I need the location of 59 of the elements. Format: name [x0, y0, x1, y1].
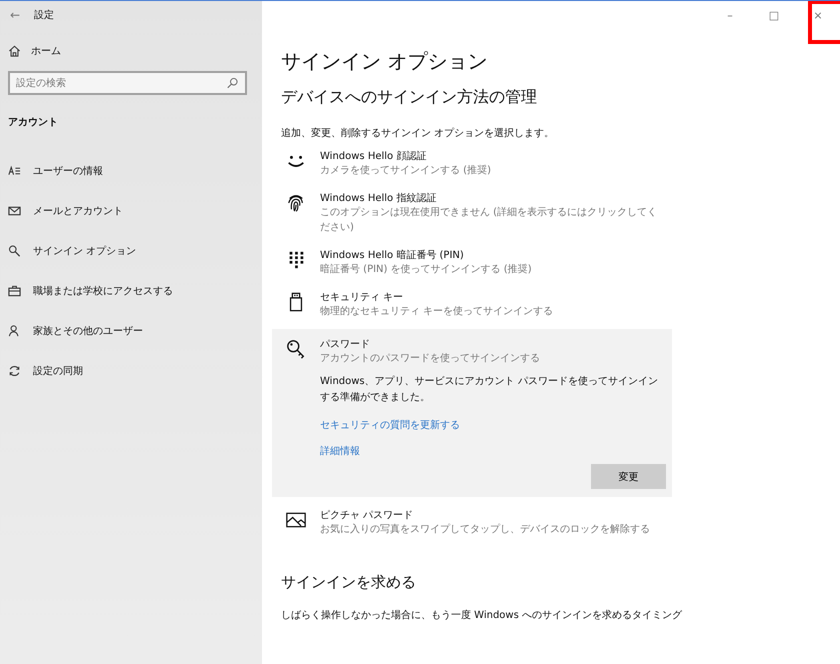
- key-icon: [286, 339, 306, 359]
- close-button[interactable]: ×: [796, 1, 840, 31]
- option-detail: このオプションは現在使用できません (詳細を表示するにはクリックしてください): [320, 206, 658, 235]
- option-message: Windows、アプリ、サービスにアカウント パスワードを使ってサインインする準備ができました。: [320, 374, 659, 405]
- home-icon: [8, 45, 21, 57]
- minimize-button[interactable]: –: [708, 1, 752, 31]
- option-name: ピクチャ パスワード: [320, 509, 414, 522]
- sign-in-option[interactable]: セキュリティ キー 物理的なセキュリティ キーを使ってサインインする: [272, 285, 672, 327]
- sidebar-item-label: 設定の同期: [33, 364, 83, 378]
- option-name: セキュリティ キー: [320, 291, 404, 304]
- option-detail: 物理的なセキュリティ キーを使ってサインインする: [320, 305, 554, 319]
- option-name: Windows Hello 暗証番号 (PIN): [320, 248, 465, 262]
- section-text: しばらく操作しなかった場合に、もう一度 Windows へのサインインを求めるタイミング: [281, 608, 683, 622]
- sign-in-option[interactable]: Windows Hello 顔認証 カメラを使ってサインインする (推奨): [272, 144, 672, 186]
- option-name: パスワード: [320, 338, 371, 351]
- user-info-icon: [8, 165, 21, 177]
- sync-icon: [8, 365, 21, 377]
- option-name: Windows Hello 指紋認証: [320, 192, 438, 205]
- sign-in-option[interactable]: Windows Hello 暗証番号 (PIN) 暗証番号 (PIN) を使ってサインインする (推奨): [272, 243, 672, 285]
- option-detail: 暗証番号 (PIN) を使ってサインインする (推奨): [320, 262, 533, 277]
- section-heading: アカウント: [7, 116, 59, 129]
- search-icon: [226, 77, 239, 89]
- person-icon: [8, 325, 21, 337]
- sidebar-item[interactable]: 家族とその他のユーザー: [8, 322, 254, 340]
- search-field[interactable]: 設定の検索: [8, 71, 247, 95]
- link[interactable]: セキュリティの質問を更新する: [320, 418, 460, 432]
- briefcase-icon: [8, 285, 21, 297]
- window-title: 設定: [34, 8, 54, 22]
- picture-icon: [286, 510, 306, 530]
- sidebar-item-label: 家族とその他のユーザー: [33, 324, 143, 338]
- page-title: サインイン オプション: [281, 48, 488, 75]
- option-name: Windows Hello 顔認証: [320, 150, 428, 163]
- mail-icon: [8, 205, 21, 217]
- sidebar-item[interactable]: サインイン オプション: [8, 242, 254, 260]
- option-detail: アカウントのパスワードを使ってサインインする: [320, 352, 541, 366]
- link[interactable]: 詳細情報: [320, 444, 360, 458]
- home-label: ホーム: [31, 45, 61, 58]
- sidebar-item-label: サインイン オプション: [33, 244, 136, 258]
- sidebar-item-label: 職場または学校にアクセスする: [33, 284, 173, 298]
- search-icon: [8, 245, 21, 257]
- sidebar-item[interactable]: 職場または学校にアクセスする: [8, 282, 254, 300]
- maximize-button[interactable]: □: [752, 1, 796, 31]
- sign-in-option[interactable]: ピクチャ パスワード お気に入りの写真をスワイプしてタップし、デバイスのロックを解除する: [272, 503, 672, 545]
- change-button[interactable]: 変更: [591, 464, 666, 489]
- sidebar-item[interactable]: メールとアカウント: [8, 202, 254, 220]
- fingerprint-icon: [286, 193, 306, 213]
- sidebar-item-label: ユーザーの情報: [33, 164, 103, 178]
- expanded-option-panel[interactable]: パスワード アカウントのパスワードを使ってサインインする Windows、アプリ、サービスにアカウント パスワードを使ってサインインする準備ができました。 セキュリティの質問を更新する 詳細情報 変更: [272, 329, 672, 497]
- sidebar-item[interactable]: 設定の同期: [8, 362, 254, 380]
- sidebar-item[interactable]: ユーザーの情報: [8, 162, 254, 180]
- option-detail: カメラを使ってサインインする (推奨): [320, 164, 492, 178]
- option-detail: お気に入りの写真をスワイプしてタップし、デバイスのロックを解除する: [320, 522, 651, 537]
- sidebar-item-label: メールとアカウント: [33, 205, 123, 218]
- page-subtitle: デバイスへのサインイン方法の管理: [281, 87, 538, 108]
- back-button[interactable]: ←: [10, 8, 20, 22]
- section-heading: サインインを求める: [281, 573, 417, 592]
- description: 追加、変更、削除するサインイン オプションを選択します。: [281, 126, 556, 140]
- home-link[interactable]: ホーム: [0, 29, 262, 61]
- sign-in-option[interactable]: Windows Hello 指紋認証 このオプションは現在使用できません (詳細を表示するにはクリックしてください): [272, 186, 672, 243]
